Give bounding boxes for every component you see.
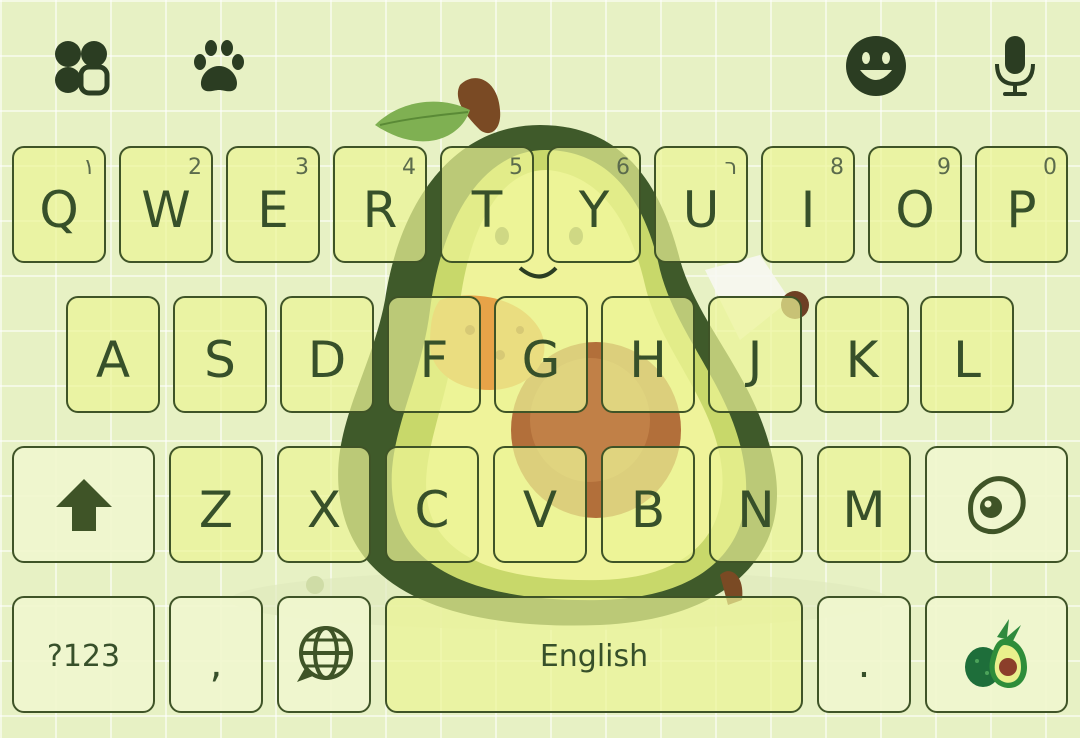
- enter-key[interactable]: [925, 596, 1068, 713]
- key-d[interactable]: D: [280, 296, 374, 413]
- keyboard: ١Q 2W 3E 4R 5T 6Y רU 8I 9O 0P A S D F G …: [0, 0, 1080, 738]
- key-x[interactable]: X: [277, 446, 371, 563]
- key-e[interactable]: 3E: [226, 146, 320, 263]
- key-label: S: [204, 330, 236, 389]
- shift-key[interactable]: [12, 446, 155, 563]
- key-hint: 0: [1043, 155, 1057, 180]
- key-b[interactable]: B: [601, 446, 695, 563]
- space-bar-label: English: [539, 639, 649, 674]
- key-hint: 6: [616, 155, 630, 180]
- key-o[interactable]: 9O: [868, 146, 962, 263]
- key-hint: ר: [724, 155, 737, 180]
- key-a[interactable]: A: [66, 296, 160, 413]
- period-key[interactable]: .: [817, 596, 911, 713]
- key-label: B: [630, 480, 666, 539]
- key-f[interactable]: F: [387, 296, 481, 413]
- key-c[interactable]: C: [385, 446, 479, 563]
- key-label: J: [747, 330, 763, 389]
- key-label: Q: [39, 180, 79, 239]
- key-hint: 9: [937, 155, 951, 180]
- key-s[interactable]: S: [173, 296, 267, 413]
- key-label: P: [1006, 180, 1037, 239]
- key-label: L: [953, 330, 981, 389]
- key-l[interactable]: L: [920, 296, 1014, 413]
- key-label: N: [737, 480, 775, 539]
- key-label: D: [307, 330, 347, 389]
- key-label: E: [257, 180, 289, 239]
- space-bar[interactable]: English: [385, 596, 803, 713]
- key-m[interactable]: M: [817, 446, 911, 563]
- key-label: X: [306, 480, 342, 539]
- key-hint: 4: [402, 155, 416, 180]
- key-i[interactable]: 8I: [761, 146, 855, 263]
- key-label: K: [845, 330, 879, 389]
- key-label: W: [141, 180, 191, 239]
- symbols-label: ?123: [46, 639, 121, 674]
- key-label: C: [414, 480, 450, 539]
- key-label: Y: [578, 180, 610, 239]
- language-key[interactable]: [277, 596, 371, 713]
- key-hint: 8: [830, 155, 844, 180]
- comma-key[interactable]: ,: [169, 596, 263, 713]
- key-label: U: [682, 180, 720, 239]
- key-hint: 3: [295, 155, 309, 180]
- key-k[interactable]: K: [815, 296, 909, 413]
- shift-arrow-icon: [55, 478, 112, 531]
- key-t[interactable]: 5T: [440, 146, 534, 263]
- key-label: I: [800, 180, 816, 239]
- key-h[interactable]: H: [601, 296, 695, 413]
- key-g[interactable]: G: [494, 296, 588, 413]
- key-hint: 2: [188, 155, 202, 180]
- key-j[interactable]: J: [708, 296, 802, 413]
- key-label: Z: [198, 480, 234, 539]
- key-label: F: [419, 330, 449, 389]
- key-label: A: [95, 330, 131, 389]
- key-hint: 5: [509, 155, 523, 180]
- key-r[interactable]: 4R: [333, 146, 427, 263]
- paw-icon[interactable]: [188, 36, 250, 98]
- key-label: T: [471, 180, 503, 239]
- avocado-icon: [964, 618, 1027, 688]
- microphone-icon[interactable]: [990, 34, 1040, 98]
- comma-label: ,: [209, 640, 223, 687]
- key-u[interactable]: רU: [654, 146, 748, 263]
- symbols-key[interactable]: ?123: [12, 596, 155, 713]
- clover-icon[interactable]: [50, 36, 112, 98]
- key-hint: ١: [83, 155, 95, 180]
- fried-egg-icon: [967, 475, 1026, 534]
- key-p[interactable]: 0P: [975, 146, 1068, 263]
- key-n[interactable]: N: [709, 446, 803, 563]
- backspace-key[interactable]: [925, 446, 1068, 563]
- key-q[interactable]: ١Q: [12, 146, 106, 263]
- key-label: O: [895, 180, 935, 239]
- period-label: .: [857, 640, 871, 687]
- globe-chat-icon: [297, 625, 353, 682]
- emoji-icon[interactable]: [844, 34, 908, 98]
- key-label: V: [522, 480, 558, 539]
- key-z[interactable]: Z: [169, 446, 263, 563]
- key-v[interactable]: V: [493, 446, 587, 563]
- key-label: G: [521, 330, 561, 389]
- key-label: R: [362, 180, 398, 239]
- key-y[interactable]: 6Y: [547, 146, 641, 263]
- key-label: M: [842, 480, 886, 539]
- key-label: H: [629, 330, 667, 389]
- key-w[interactable]: 2W: [119, 146, 213, 263]
